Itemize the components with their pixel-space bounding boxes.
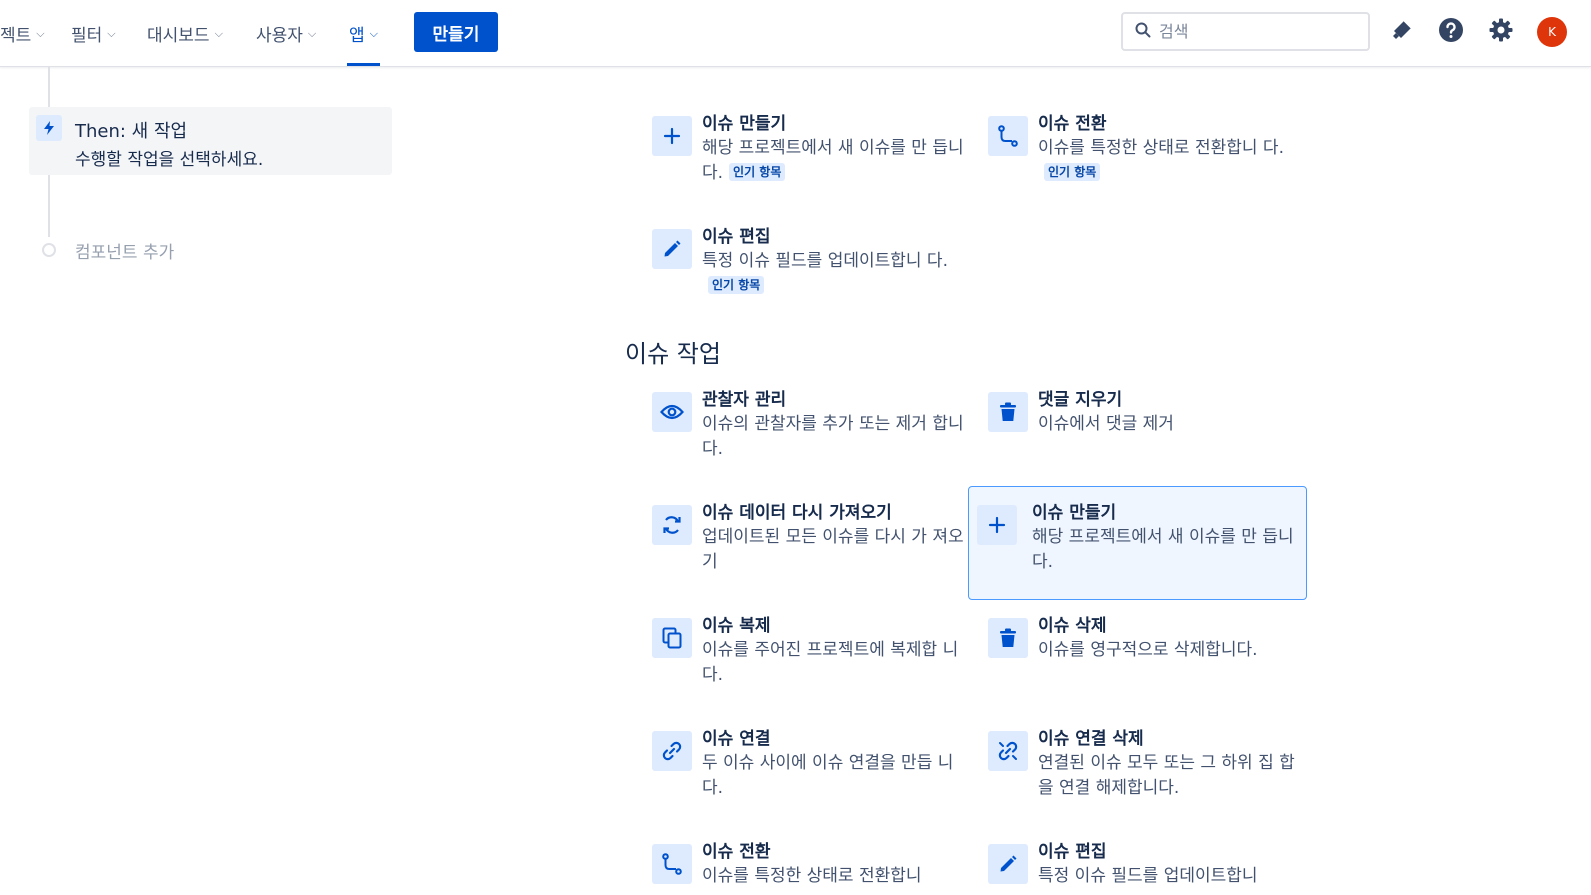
- popular-badge: 인기 항목: [1044, 163, 1101, 181]
- card-description: 이슈를 주어진 프로젝트에 복제합 니다.: [702, 640, 959, 685]
- nav-filters-label: 필터: [71, 25, 103, 46]
- card-title: 댓글 지우기: [1038, 390, 1123, 410]
- action-card-create-issue[interactable]: 이슈 만들기 해당 프로젝트에서 새 이슈를 만 듭니다. 인기 항목: [640, 96, 976, 209]
- then-subtitle: 수행할 작업을 선택하세요.: [75, 150, 264, 170]
- action-card-link-issues[interactable]: 이슈 연결 두 이슈 사이에 이슈 연결을 만듭 니다.: [640, 711, 976, 824]
- action-card-delete-issue-links[interactable]: 이슈 연결 삭제 연결된 이슈 모두 또는 그 하위 집 합을 연결 해제합니다…: [976, 711, 1312, 824]
- pencil-icon: [652, 229, 692, 269]
- card-title: 이슈 편집: [1038, 842, 1107, 862]
- nav-projects[interactable]: 젝트 ⌵: [0, 0, 45, 66]
- chevron-down-icon: ⌵: [307, 27, 317, 40]
- nav-people[interactable]: 사용자 ⌵: [256, 0, 316, 66]
- add-component-dot: [42, 243, 56, 257]
- settings-button[interactable]: [1486, 17, 1516, 47]
- card-title: 이슈 데이터 다시 가져오기: [702, 503, 892, 523]
- refresh-icon: [652, 505, 692, 545]
- pencil-icon: [988, 844, 1028, 884]
- top-navigation: 젝트⌵ 필터⌵ 대시보드⌵ 사용자⌵ 앱⌵ 만들기 K: [0, 0, 1591, 67]
- help-icon: [1438, 17, 1464, 47]
- card-description: 이슈를 특정한 상태로 전환합니: [702, 866, 922, 886]
- nav-projects-label: 젝트: [0, 25, 32, 46]
- search-box[interactable]: [1121, 12, 1370, 51]
- search-icon: [1135, 22, 1151, 42]
- search-input[interactable]: [1159, 22, 1359, 41]
- card-title: 이슈 만들기: [1032, 503, 1117, 523]
- action-card-create-issue-selected[interactable]: 이슈 만들기 해당 프로젝트에서 새 이슈를 만 듭니다.: [968, 486, 1307, 600]
- action-card-clone-issue[interactable]: 이슈 복제 이슈를 주어진 프로젝트에 복제합 니다.: [640, 598, 976, 711]
- plus-icon: [977, 505, 1017, 545]
- transition-icon: [988, 116, 1028, 156]
- eye-icon: [652, 392, 692, 432]
- user-avatar[interactable]: K: [1537, 17, 1567, 47]
- then-title: Then: 새 작업: [75, 121, 188, 142]
- card-description: 이슈의 관찰자를 추가 또는 제거 합니다.: [702, 414, 964, 459]
- lightning-icon: [36, 115, 62, 141]
- action-card-refetch-issue-data[interactable]: 이슈 데이터 다시 가져오기 업데이트된 모든 이슈를 다시 가 져오기: [640, 485, 976, 598]
- megaphone-icon: [1390, 18, 1414, 46]
- link-icon: [652, 731, 692, 771]
- transition-icon: [652, 844, 692, 884]
- card-description: 연결된 이슈 모두 또는 그 하위 집 합을 연결 해제합니다.: [1038, 753, 1295, 798]
- card-description: 특정 이슈 필드를 업데이트합니 다.인기 항목: [702, 251, 948, 294]
- create-button[interactable]: 만들기: [414, 12, 498, 52]
- card-description: 특정 이슈 필드를 업데이트합니: [1038, 866, 1258, 886]
- notifications-button[interactable]: [1387, 17, 1417, 47]
- card-title: 이슈 전환: [702, 842, 771, 862]
- chevron-down-icon: ⌵: [214, 27, 223, 40]
- card-title: 이슈 만들기: [702, 114, 787, 134]
- section-heading-issue-actions: 이슈 작업: [625, 340, 721, 368]
- chevron-down-icon: ⌵: [107, 27, 116, 40]
- card-description: 업데이트된 모든 이슈를 다시 가 져오기: [702, 527, 964, 572]
- copy-icon: [652, 618, 692, 658]
- action-card-delete-comment[interactable]: 댓글 지우기 이슈에서 댓글 제거: [976, 372, 1312, 485]
- nav-filters[interactable]: 필터 ⌵: [71, 0, 116, 66]
- trash-icon: [988, 618, 1028, 658]
- action-card-manage-watchers[interactable]: 관찰자 관리 이슈의 관찰자를 추가 또는 제거 합니다.: [640, 372, 976, 485]
- card-description: 이슈를 특정한 상태로 전환합니 다.인기 항목: [1038, 138, 1284, 181]
- action-card-transition-issue-2[interactable]: 이슈 전환 이슈를 특정한 상태로 전환합니: [640, 824, 976, 895]
- then-component[interactable]: Then: 새 작업 수행할 작업을 선택하세요.: [29, 107, 392, 175]
- chevron-down-icon: ⌵: [369, 27, 378, 40]
- popular-badge: 인기 항목: [708, 276, 765, 294]
- card-description: 해당 프로젝트에서 새 이슈를 만 듭니다. 인기 항목: [702, 138, 964, 183]
- action-card-delete-issue[interactable]: 이슈 삭제 이슈를 영구적으로 삭제합니다.: [976, 598, 1312, 711]
- nav-apps[interactable]: 앱 ⌵: [347, 0, 380, 66]
- nav-dashboards[interactable]: 대시보드 ⌵: [147, 0, 223, 66]
- action-card-edit-issue-2[interactable]: 이슈 편집 특정 이슈 필드를 업데이트합니: [976, 824, 1312, 895]
- nav-people-label: 사용자: [256, 25, 303, 46]
- unlink-icon: [988, 731, 1028, 771]
- card-title: 이슈 삭제: [1038, 616, 1107, 636]
- popular-badge: 인기 항목: [729, 163, 786, 181]
- card-description: 두 이슈 사이에 이슈 연결을 만듭 니다.: [702, 753, 954, 798]
- card-title: 관찰자 관리: [702, 390, 787, 410]
- gear-icon: [1488, 17, 1514, 47]
- card-description: 이슈를 영구적으로 삭제합니다.: [1038, 640, 1258, 660]
- nav-dashboards-label: 대시보드: [147, 25, 210, 46]
- card-title: 이슈 전환: [1038, 114, 1107, 134]
- add-component-link[interactable]: 컴포넌트 추가: [75, 238, 174, 263]
- nav-apps-label: 앱: [349, 25, 365, 46]
- card-title: 이슈 연결: [702, 729, 771, 749]
- card-description: 이슈에서 댓글 제거: [1038, 414, 1174, 434]
- help-button[interactable]: [1436, 17, 1466, 47]
- card-title: 이슈 복제: [702, 616, 771, 636]
- plus-icon: [652, 116, 692, 156]
- action-card-transition-issue[interactable]: 이슈 전환 이슈를 특정한 상태로 전환합니 다.인기 항목: [976, 96, 1312, 209]
- card-title: 이슈 편집: [702, 227, 771, 247]
- card-title: 이슈 연결 삭제: [1038, 729, 1144, 749]
- action-card-edit-issue[interactable]: 이슈 편집 특정 이슈 필드를 업데이트합니 다.인기 항목: [640, 209, 976, 322]
- card-description: 해당 프로젝트에서 새 이슈를 만 듭니다.: [1032, 527, 1294, 572]
- trash-icon: [988, 392, 1028, 432]
- chevron-down-icon: ⌵: [36, 27, 45, 40]
